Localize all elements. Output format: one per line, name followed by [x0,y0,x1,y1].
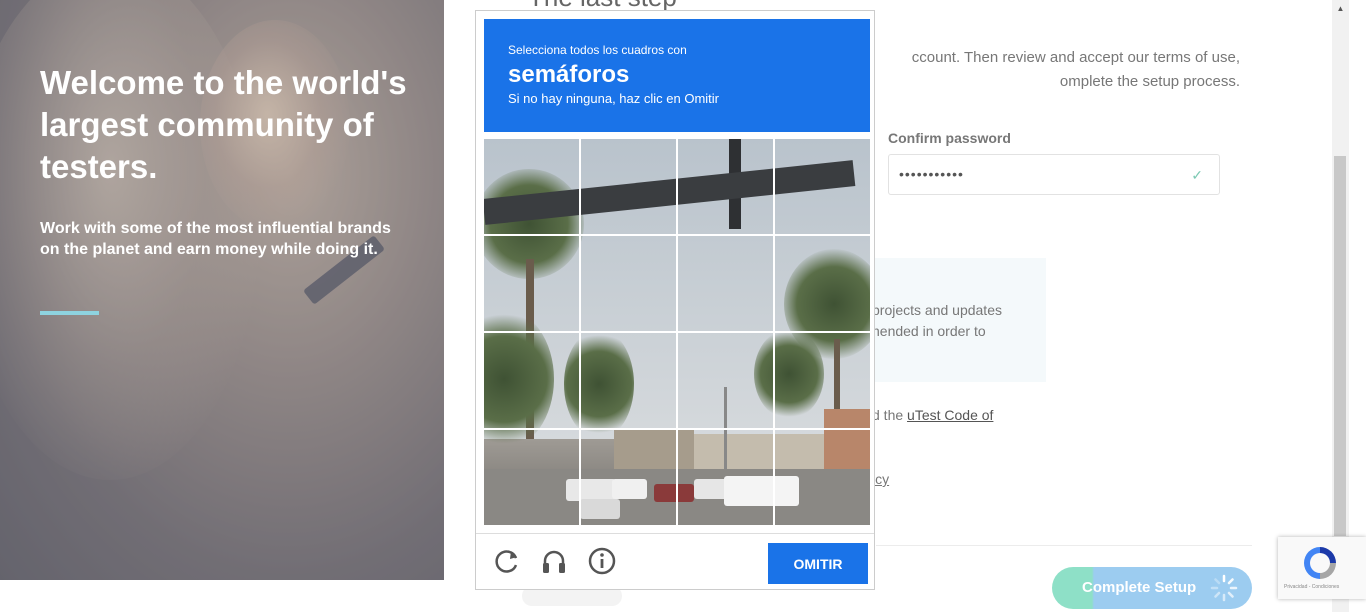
complete-setup-button[interactable]: Complete Setup [1052,567,1252,609]
info-icon[interactable] [587,546,617,576]
captcha-image-grid[interactable] [484,139,870,525]
hero-rule [40,311,99,315]
hero-subtitle: Work with some of the most influential b… [40,220,391,258]
scroll-thumb[interactable] [1334,156,1346,536]
info-line-1: projects and updates [872,302,1002,318]
recaptcha-terms[interactable]: Privacidad - Condiciones [1284,584,1339,590]
car [654,484,694,502]
code-of-conduct-link[interactable]: uTest Code of [907,407,993,423]
car [724,476,799,506]
complete-setup-label: Complete Setup [1082,579,1197,596]
confirm-password-value: ••••••••••• [899,166,964,182]
reload-icon[interactable] [492,546,522,576]
hero-title: Welcome to the world's largest community… [40,64,407,185]
recaptcha-badge[interactable]: Privacidad - Condiciones [1278,537,1366,599]
divider [876,545,1252,546]
spinner-icon [1210,574,1238,602]
hero-panel: Welcome to the world's largest community… [0,0,444,580]
audio-icon[interactable] [539,546,569,576]
car [566,479,616,501]
street-lamp [724,387,727,477]
info-box [850,258,1046,382]
confirm-password-field[interactable]: ••••••••••• ✓ [888,154,1220,195]
info-line-2: nended in order to [872,323,986,339]
confirm-password-label: Confirm password [888,130,1011,146]
captcha-hint: Si no hay ninguna, haz clic en Omitir [508,91,719,106]
captcha-challenge: Selecciona todos los cuadros con semáfor… [475,10,875,590]
code-of-conduct-line: d the uTest Code of [872,407,993,423]
intro-line-2: omplete the setup process. [1059,73,1240,90]
code-prefix: d the [872,407,908,423]
skip-button[interactable]: OMITIR [768,543,868,584]
captcha-footer: OMITIR [476,533,874,590]
palm-tree [754,329,824,419]
palm-tree [564,329,634,439]
captcha-header: Selecciona todos los cuadros con semáfor… [484,19,870,132]
check-icon: ✓ [1191,167,1203,183]
recaptcha-logo-icon [1304,547,1336,579]
scrollbar[interactable]: ▲ [1332,0,1349,612]
intro-line-1: ccount. Then review and accept our terms… [911,49,1240,66]
scroll-up-arrow-icon[interactable]: ▲ [1332,0,1349,17]
captcha-instruction: Selecciona todos los cuadros con [508,43,687,57]
car [612,479,647,499]
captcha-target: semáforos [508,61,630,88]
car [580,499,620,519]
